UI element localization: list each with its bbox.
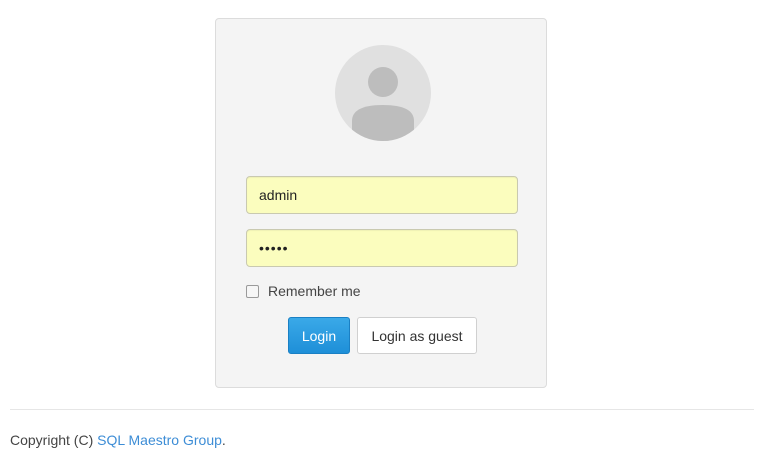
login-panel: Remember me Login Login as guest	[215, 18, 547, 388]
login-page: Remember me Login Login as guest Copyrig…	[0, 0, 763, 460]
copyright-prefix: Copyright (C)	[10, 432, 98, 448]
user-avatar-icon	[335, 45, 431, 141]
remember-me-checkbox[interactable]	[246, 284, 259, 298]
login-button[interactable]: Login	[288, 317, 350, 354]
footer-divider	[10, 409, 754, 410]
remember-me-control[interactable]: Remember me	[246, 283, 361, 299]
copyright-footer: Copyright (C) SQL Maestro Group.	[10, 432, 226, 448]
copyright-suffix: .	[221, 432, 226, 448]
username-input[interactable]	[246, 176, 518, 214]
login-as-guest-button[interactable]: Login as guest	[357, 317, 477, 354]
sql-maestro-group-link[interactable]: SQL Maestro Group	[97, 432, 222, 448]
remember-me-label: Remember me	[268, 283, 361, 299]
password-input[interactable]	[246, 229, 518, 267]
